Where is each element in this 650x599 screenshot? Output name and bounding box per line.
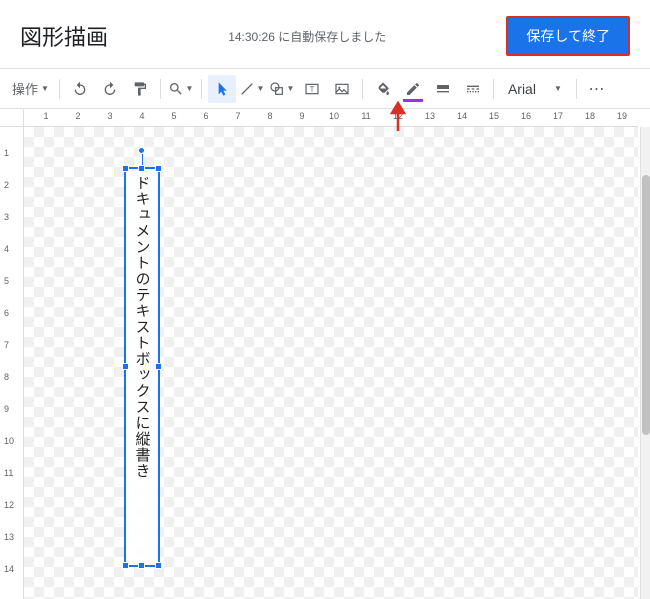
zoom-icon (168, 81, 184, 97)
redo-icon (102, 81, 118, 97)
toolbar: 操作▼ ▼ ▼ ▼ T (0, 69, 650, 109)
color-indicator (403, 99, 423, 102)
separator (576, 79, 577, 99)
actions-menu[interactable]: 操作▼ (8, 79, 53, 98)
canvas-area: 12345678910111213141516171819 1234567891… (0, 109, 650, 599)
vertical-text-content[interactable]: ドキュメントのテキストボックスに縦書き (126, 169, 157, 565)
selected-text-shape[interactable]: ドキュメントのテキストボックスに縦書き (124, 167, 160, 567)
paint-roller-icon (132, 81, 148, 97)
more-icon: ⋯ (588, 79, 605, 99)
chevron-down-icon: ▼ (41, 84, 49, 93)
dialog-title: 図形描画 (20, 20, 108, 52)
separator (201, 79, 202, 99)
separator (493, 79, 494, 99)
undo-button[interactable] (66, 75, 94, 103)
scrollbar-thumb[interactable] (642, 175, 650, 435)
line-dash-icon (465, 81, 481, 97)
autosave-status: 14:30:26 に自動保存しました (108, 28, 506, 45)
svg-text:T: T (310, 84, 315, 93)
font-family-select[interactable]: Arial ▼ (500, 81, 570, 97)
textbox-icon: T (304, 81, 320, 97)
border-weight-button[interactable] (429, 75, 457, 103)
image-icon (334, 81, 350, 97)
line-weight-icon (435, 81, 451, 97)
resize-handle-w[interactable] (122, 363, 129, 370)
shape-icon (269, 81, 285, 97)
separator (160, 79, 161, 99)
resize-handle-sw[interactable] (122, 562, 129, 569)
resize-handle-s[interactable] (138, 562, 145, 569)
chevron-down-icon: ▼ (185, 84, 193, 93)
separator (362, 79, 363, 99)
ruler-corner (0, 109, 24, 127)
chevron-down-icon: ▼ (256, 84, 264, 93)
chevron-down-icon: ▼ (286, 84, 294, 93)
zoom-button[interactable]: ▼ (167, 75, 195, 103)
paint-format-button[interactable] (126, 75, 154, 103)
redo-button[interactable] (96, 75, 124, 103)
dialog-header: 図形描画 14:30:26 に自動保存しました 保存して終了 (0, 0, 650, 69)
border-color-button[interactable] (399, 75, 427, 103)
image-tool-button[interactable] (328, 75, 356, 103)
more-tools-button[interactable]: ⋯ (583, 75, 611, 103)
pen-icon (405, 81, 421, 97)
rotate-handle[interactable] (138, 147, 145, 154)
textbox-tool-button[interactable]: T (298, 75, 326, 103)
chevron-down-icon: ▼ (554, 84, 562, 93)
separator (59, 79, 60, 99)
horizontal-ruler[interactable]: 12345678910111213141516171819 (24, 109, 638, 127)
paint-bucket-icon (375, 81, 391, 97)
drawing-canvas[interactable]: ドキュメントのテキストボックスに縦書き (24, 127, 638, 599)
vertical-ruler[interactable]: 1234567891011121314 (0, 127, 24, 599)
select-tool-button[interactable] (208, 75, 236, 103)
line-icon (239, 81, 255, 97)
fill-color-button[interactable] (369, 75, 397, 103)
shape-tool-button[interactable]: ▼ (268, 75, 296, 103)
line-tool-button[interactable]: ▼ (238, 75, 266, 103)
resize-handle-e[interactable] (155, 363, 162, 370)
vertical-scrollbar[interactable] (640, 127, 650, 599)
cursor-icon (214, 81, 230, 97)
resize-handle-se[interactable] (155, 562, 162, 569)
resize-handle-ne[interactable] (155, 165, 162, 172)
resize-handle-nw[interactable] (122, 165, 129, 172)
undo-icon (72, 81, 88, 97)
save-and-close-button[interactable]: 保存して終了 (506, 16, 630, 56)
resize-handle-n[interactable] (138, 165, 145, 172)
border-dash-button[interactable] (459, 75, 487, 103)
